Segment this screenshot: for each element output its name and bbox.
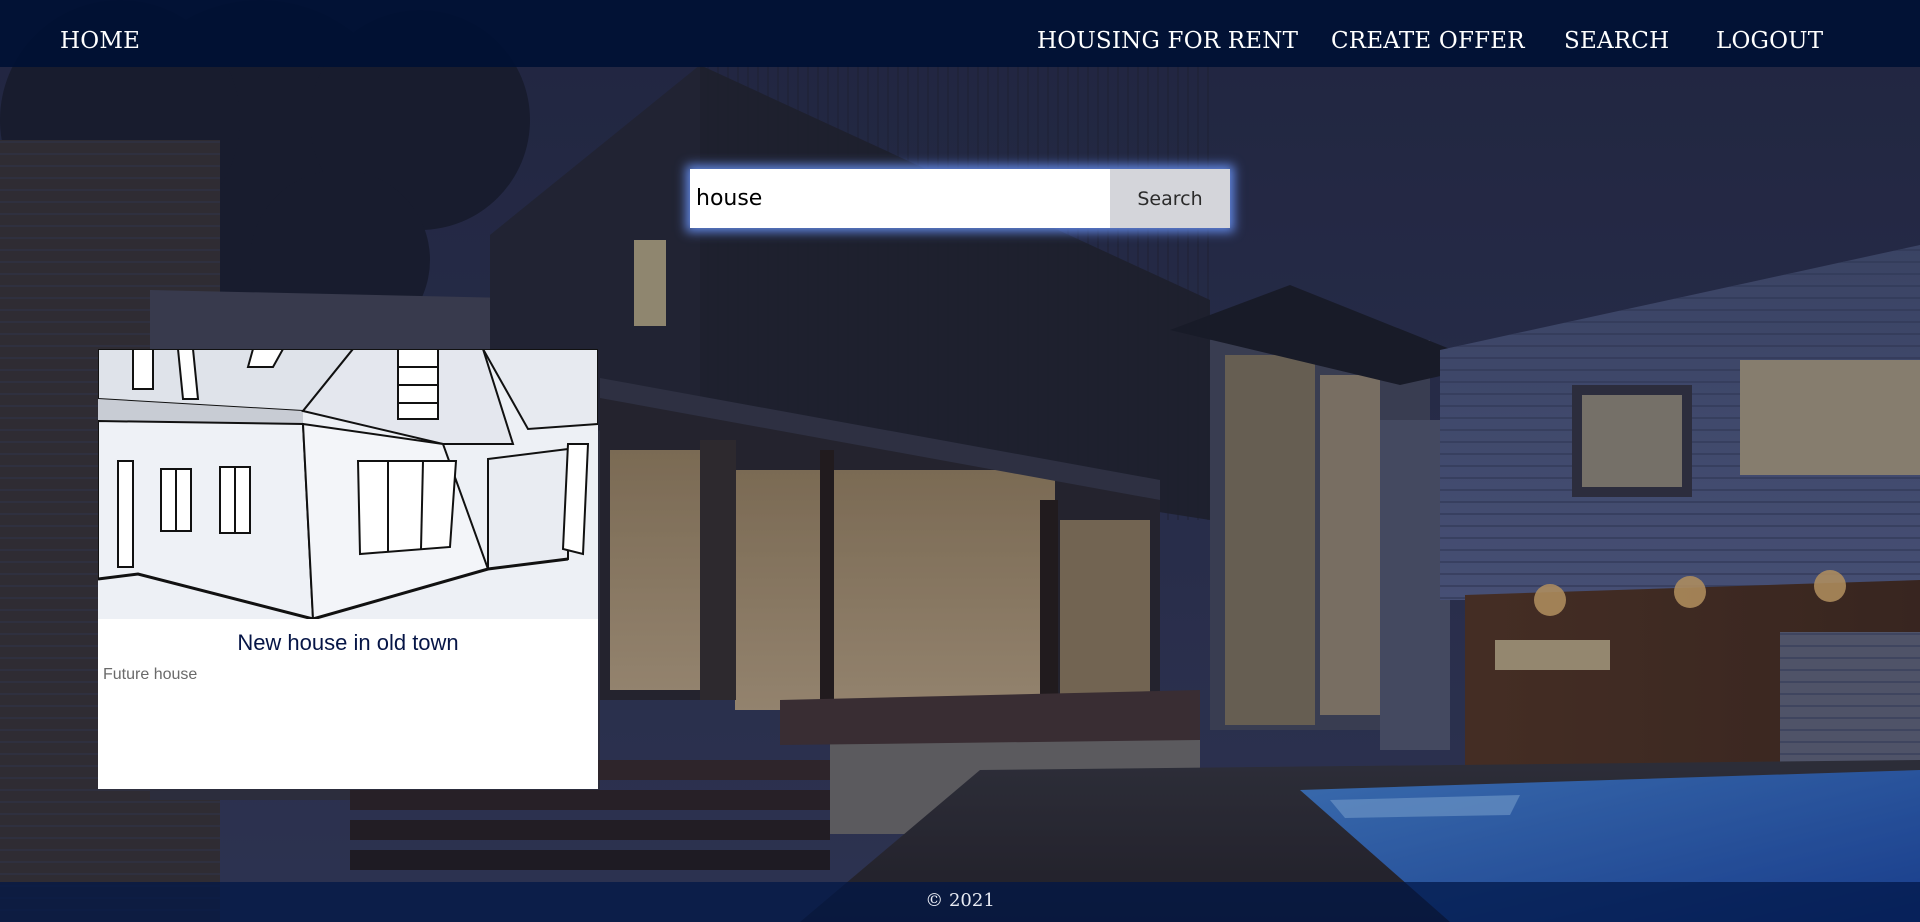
search-input[interactable] — [690, 169, 1110, 228]
top-navbar: HOME HOUSING FOR RENT CREATE OFFER SEARC… — [0, 0, 1920, 67]
listing-title[interactable]: New house in old town — [98, 630, 598, 656]
copyright-text: © 2021 — [925, 890, 995, 911]
search-button[interactable]: Search — [1110, 169, 1230, 228]
page-footer: © 2021 — [0, 882, 1920, 922]
nav-logout-link[interactable]: LOGOUT — [1716, 26, 1823, 56]
listing-description: Future house — [103, 666, 198, 683]
listing-card[interactable]: New house in old town Future house — [98, 349, 598, 789]
nav-create-offer-link[interactable]: CREATE OFFER — [1331, 26, 1525, 56]
search-form: Search — [690, 169, 1230, 228]
nav-home-link[interactable]: HOME — [60, 26, 140, 56]
nav-search-link[interactable]: SEARCH — [1564, 26, 1669, 56]
nav-housing-for-rent-link[interactable]: HOUSING FOR RENT — [1037, 26, 1298, 56]
house-sketch-icon — [98, 349, 598, 619]
